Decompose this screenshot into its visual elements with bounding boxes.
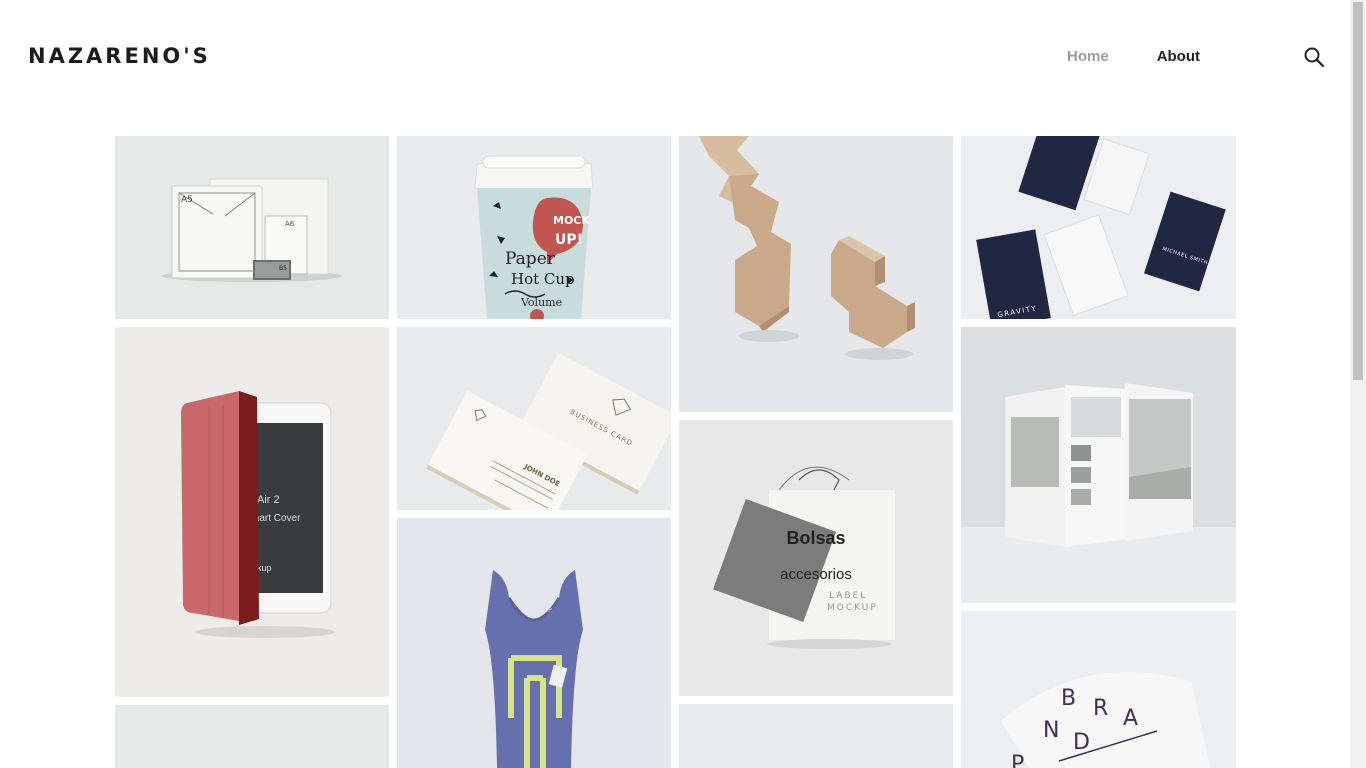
label-tag-text: LABEL — [829, 591, 867, 601]
ipad-mockup-text: kup — [257, 563, 272, 573]
search-icon[interactable] — [1303, 46, 1325, 68]
tile-subtitle: accesorios — [780, 566, 852, 583]
cup-volume-text: Volume — [520, 296, 562, 309]
gallery-item-paper-cup[interactable]: MOCK UP! Paper Hot Cup Volume — [397, 136, 671, 319]
nav-about[interactable]: About — [1157, 48, 1200, 65]
gallery-item-wood-blocks[interactable] — [679, 136, 953, 412]
cup-paper-text: Paper — [505, 249, 556, 269]
ipad-cover-text: mart Cover — [251, 513, 301, 524]
gallery-item-a5-stationery[interactable]: A5 A6 B5 — [115, 136, 389, 319]
brand-letter-b: B — [1061, 686, 1080, 711]
a5-label: A5 — [181, 195, 193, 205]
stationery-mockup-image: A5 A6 B5 — [162, 178, 342, 282]
gallery-item-app-screens[interactable] — [961, 327, 1236, 603]
a6-label: A6 — [285, 220, 295, 228]
gallery-item-tank-top[interactable]: TANK-TOP — [397, 518, 671, 768]
tile-title: Bolsas — [786, 528, 846, 548]
cup-up-text: UP! — [555, 232, 583, 248]
business-card-image: BUSINESS CARD JOHN DOE — [426, 352, 671, 510]
brand-letter-n: N — [1043, 718, 1059, 743]
ipad-air-text: Air 2 — [257, 494, 280, 506]
nav-home[interactable]: Home — [1067, 48, 1109, 65]
gallery-item-partial[interactable] — [679, 704, 953, 768]
brand-letter-d: D — [1073, 730, 1090, 755]
gallery-item-label-mockup[interactable]: LABEL MOCKUP Bolsas accesorios — [679, 420, 953, 696]
gallery-item-brand-poster[interactable]: B R A N D P — [961, 611, 1236, 768]
label-mockup-image: LABEL MOCKUP — [713, 466, 895, 649]
label-mockup-text: MOCKUP — [827, 603, 878, 613]
paper-cup-image: MOCK UP! Paper Hot Cup Volume — [474, 155, 594, 319]
brand-poster-image: B R A N D P — [1001, 672, 1211, 768]
gallery-item-partial[interactable] — [115, 705, 389, 768]
site-logo[interactable]: NAZARENO'S — [28, 44, 211, 68]
brand-letter-a: A — [1123, 706, 1138, 731]
cup-mock-text: MOCK — [553, 214, 590, 227]
cup-hotcup-text: Hot Cup — [511, 270, 575, 288]
brand-letter-r: R — [1093, 696, 1108, 721]
b5-label: B5 — [279, 265, 287, 272]
app-screens-image — [961, 383, 1236, 603]
gallery-item-ipad-smart-cover[interactable]: Air 2 mart Cover kup — [115, 327, 389, 697]
tank-tag-text: TANK-TOP — [522, 607, 552, 614]
brand-letter-p: P — [1011, 752, 1024, 768]
wood-blocks-image — [699, 136, 915, 360]
ipad-cover-image: Air 2 mart Cover kup — [181, 391, 335, 638]
tank-top-image: TANK-TOP — [485, 570, 583, 768]
main-nav: Home About — [1067, 48, 1200, 65]
gallery-item-gravity-cards[interactable]: GRAVITY MICHAEL SMITH — [961, 136, 1236, 319]
page-scrollbar[interactable] — [1350, 0, 1366, 768]
gallery-item-business-card[interactable]: BUSINESS CARD JOHN DOE — [397, 327, 671, 510]
scrollbar-thumb[interactable] — [1353, 2, 1363, 380]
gravity-cards-image: GRAVITY MICHAEL SMITH — [976, 136, 1226, 319]
